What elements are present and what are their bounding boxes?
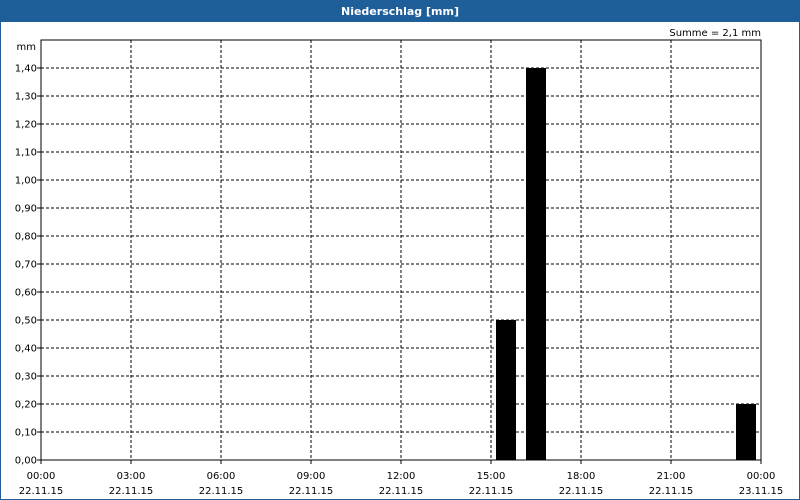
- x-tick-time: 00:00: [27, 471, 56, 482]
- x-tick-date: 23.11.15: [739, 486, 784, 497]
- sum-label: Summe = 2,1 mm: [669, 28, 761, 39]
- x-tick-time: 15:00: [477, 471, 506, 482]
- x-tick-time: 21:00: [657, 471, 686, 482]
- y-axis-label: mm: [17, 42, 36, 53]
- y-tick-label: 0,50: [15, 316, 37, 327]
- x-tick-time: 18:00: [567, 471, 596, 482]
- x-tick-date: 22.11.15: [379, 486, 424, 497]
- precipitation-chart: 0,00 0,10 0,20 0,30 0,40 0,50 0,60 0,70 0,80 0,90…: [15, 28, 784, 497]
- y-tick-label: 1,30: [15, 92, 37, 103]
- y-tick-label: 0,70: [15, 260, 37, 271]
- x-tick-date: 22.11.15: [19, 486, 64, 497]
- y-tick-label: 0,30: [15, 372, 37, 383]
- y-tick-label: 1,00: [15, 176, 37, 187]
- y-tick-label: 0,00: [15, 456, 37, 467]
- bar: [496, 320, 516, 460]
- x-tick-time: 00:00: [747, 471, 776, 482]
- x-tick-date: 22.11.15: [649, 486, 694, 497]
- y-tick-label: 0,60: [15, 288, 37, 299]
- y-tick-label: 0,10: [15, 428, 37, 439]
- y-tick-label: 0,40: [15, 344, 37, 355]
- x-tick-time: 12:00: [387, 471, 416, 482]
- x-tick-time: 09:00: [297, 471, 326, 482]
- y-tick-label: 1,40: [15, 64, 37, 75]
- x-tick-date: 22.11.15: [469, 486, 514, 497]
- y-tick-label: 0,20: [15, 400, 37, 411]
- y-tick-label: 1,20: [15, 120, 37, 131]
- y-tick-label: 0,80: [15, 232, 37, 243]
- bar: [736, 404, 756, 460]
- x-tick-date: 22.11.15: [199, 486, 244, 497]
- x-tick-time: 03:00: [117, 471, 146, 482]
- bar: [526, 68, 546, 460]
- x-tick-date: 22.11.15: [109, 486, 154, 497]
- x-tick-date: 22.11.15: [289, 486, 334, 497]
- y-tick-label: 0,90: [15, 204, 37, 215]
- y-tick-label: 1,10: [15, 148, 37, 159]
- x-tick-time: 06:00: [207, 471, 236, 482]
- x-tick-date: 22.11.15: [559, 486, 604, 497]
